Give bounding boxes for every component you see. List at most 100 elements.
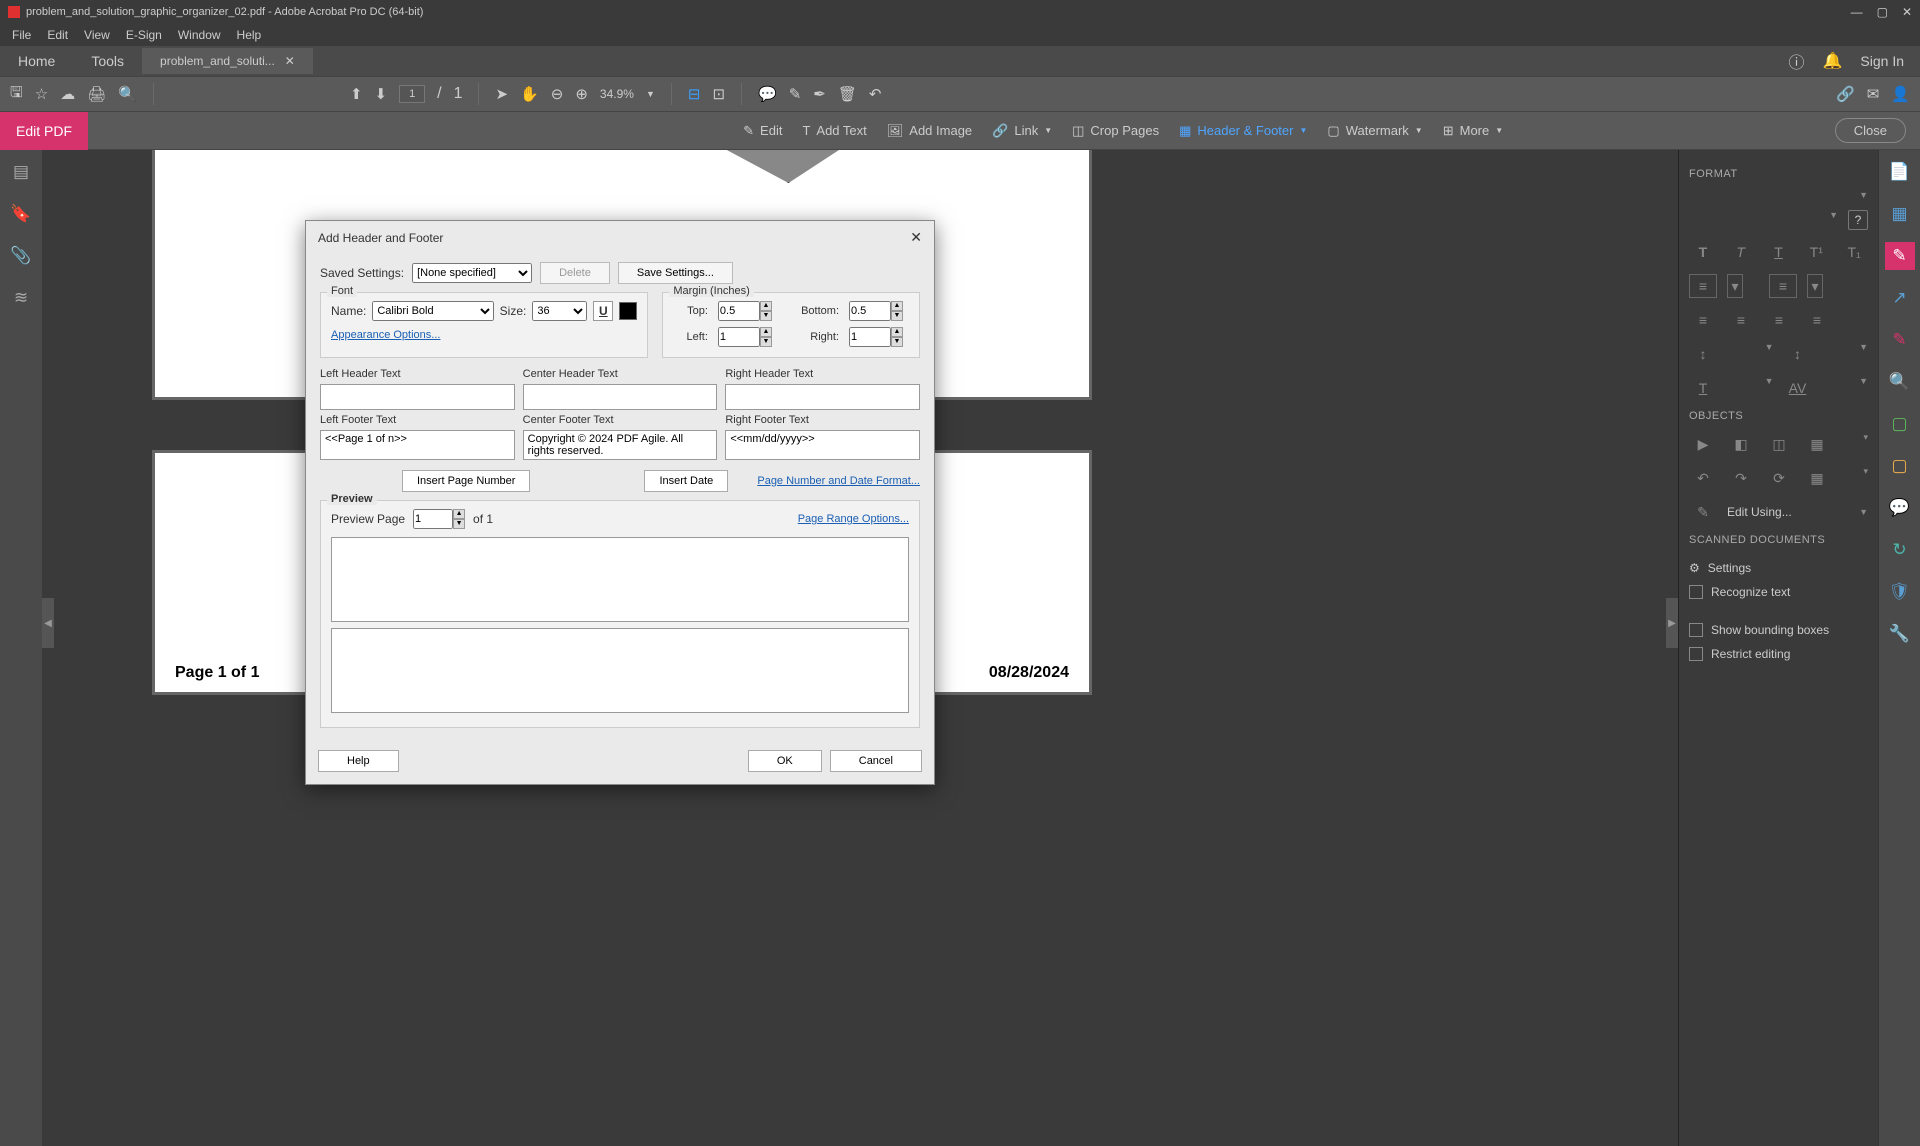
align-obj-icon[interactable]: ▦ [1803,466,1831,490]
number-list-icon[interactable]: ≡ [1769,274,1797,298]
create-pdf-icon[interactable]: 📄 [1885,158,1915,186]
spin-down[interactable]: ▼ [760,311,772,321]
attachment-icon[interactable]: 📎 [10,246,31,266]
char-spacing-dd[interactable]: ▼ [1859,376,1868,400]
paragraph-spacing-dd[interactable]: ▼ [1859,342,1868,366]
zoom-level[interactable]: 34.9% [600,87,634,101]
delete-icon[interactable]: 🗑 [838,85,857,103]
tab-home[interactable]: Home [0,47,73,75]
settings-row[interactable]: ⚙ Settings [1689,556,1868,580]
sign-icon[interactable]: ✒ [813,85,826,103]
text-color-dd[interactable]: ▼ [1765,376,1774,400]
superscript-icon[interactable]: T¹ [1802,240,1830,264]
replace-icon[interactable]: ⟳ [1765,466,1793,490]
undo-icon[interactable]: ↶ [869,85,882,103]
align-center-icon[interactable]: ≡ [1727,308,1755,332]
crop-obj-icon[interactable]: ◫ [1765,432,1793,456]
arrange-icon[interactable]: ▦ [1803,432,1831,456]
margin-left-input[interactable] [718,327,760,347]
tab-document[interactable]: problem_and_soluti... ✕ [142,48,313,74]
edit-tool[interactable]: ✎Edit [735,119,790,143]
notifications-icon[interactable]: 🔔 [1822,51,1842,71]
margin-right-input[interactable] [849,327,891,347]
margin-bottom-input[interactable] [849,301,891,321]
add-text-tool[interactable]: TAdd Text [794,119,874,143]
collapse-right-button[interactable]: ▶ [1666,598,1678,648]
comment-rail-icon[interactable]: 🔍 [1885,368,1915,396]
menu-view[interactable]: View [76,26,118,44]
save-icon[interactable]: 🖫 [10,82,23,107]
delete-button[interactable]: Delete [540,262,610,284]
spin-up[interactable]: ▲ [891,327,903,337]
bold-icon[interactable]: T [1689,240,1717,264]
comment-icon[interactable]: 💬 [758,85,777,103]
menu-edit[interactable]: Edit [39,26,76,44]
saved-settings-select[interactable]: [None specified] [412,263,532,283]
restrict-checkbox[interactable] [1689,647,1703,661]
maximize-button[interactable]: ▢ [1877,5,1888,19]
italic-icon[interactable]: T [1727,240,1755,264]
number-list-dd-icon[interactable]: ▾ [1807,274,1823,298]
recognize-checkbox[interactable] [1689,585,1703,599]
margin-top-input[interactable] [718,301,760,321]
minimize-button[interactable]: — [1851,5,1863,19]
highlight-icon[interactable]: ✎ [789,85,802,103]
page-input[interactable] [399,85,425,103]
right-footer-input[interactable]: <<mm/dd/yyyy>> [725,430,920,460]
edit-using-label[interactable]: Edit Using... [1727,505,1792,519]
fit-page-icon[interactable]: ⊡ [712,85,725,103]
right-header-input[interactable] [725,384,920,410]
menu-file[interactable]: File [4,26,39,44]
spin-down[interactable]: ▼ [453,519,465,529]
appearance-options-link[interactable]: Appearance Options... [331,329,440,341]
help-button[interactable]: Help [318,750,399,772]
layers-icon[interactable]: ≋ [14,288,28,308]
align-justify-icon[interactable]: ≡ [1803,308,1831,332]
link-tool[interactable]: 🔗Link▼ [984,119,1060,143]
align-obj-dd[interactable]: ▾ [1863,466,1868,490]
color-swatch[interactable] [619,302,637,320]
page-number-format-link[interactable]: Page Number and Date Format... [757,475,920,487]
preview-page-input[interactable] [413,509,453,529]
font-size-select[interactable]: 36 [532,301,587,321]
collapse-left-button[interactable]: ◀ [42,598,54,648]
center-footer-input[interactable]: Copyright © 2024 PDF Agile. All rights r… [523,430,718,460]
combine-icon[interactable]: ▦ [1885,200,1915,228]
mail-icon[interactable]: ✉ [1867,85,1880,103]
close-edit-button[interactable]: Close [1835,118,1906,143]
insert-page-number-button[interactable]: Insert Page Number [402,470,530,492]
send-icon[interactable]: ↻ [1885,536,1915,564]
underline-toggle[interactable]: U [593,301,613,321]
spin-down[interactable]: ▼ [891,337,903,347]
cancel-button[interactable]: Cancel [830,750,922,772]
organize-icon[interactable]: ✎ [1885,326,1915,354]
people-icon[interactable]: 👤 [1891,85,1910,103]
font-dropdown-icon[interactable]: ▼ [1859,190,1868,200]
edit-using-dd[interactable]: ▼ [1859,507,1868,517]
menu-help[interactable]: Help [229,26,270,44]
font-name-select[interactable]: Calibri Bold [372,301,493,321]
page-down-icon[interactable]: ⬇ [375,85,388,103]
ok-button[interactable]: OK [748,750,822,772]
dialog-close-icon[interactable]: ✕ [910,229,922,246]
add-image-tool[interactable]: 🖼Add Image [879,119,980,143]
zoom-dropdown-icon[interactable]: ▼ [646,89,655,99]
align-right-icon[interactable]: ≡ [1765,308,1793,332]
tab-tools[interactable]: Tools [73,47,142,75]
menu-esign[interactable]: E-Sign [118,26,170,44]
hand-icon[interactable]: ✋ [520,85,539,103]
export-icon[interactable]: ↗ [1885,284,1915,312]
tab-close-icon[interactable]: ✕ [285,54,295,68]
subscript-icon[interactable]: T₁ [1840,240,1868,264]
line-spacing-icon[interactable]: ↕ [1689,342,1717,366]
text-color-icon[interactable]: T [1689,376,1717,400]
spin-up[interactable]: ▲ [760,327,772,337]
spin-up[interactable]: ▲ [760,301,772,311]
more-tool[interactable]: ⊞More▼ [1435,119,1511,143]
share-link-icon[interactable]: 🔗 [1836,85,1855,103]
fill-sign-icon[interactable]: ▢ [1885,410,1915,438]
center-header-input[interactable] [523,384,718,410]
print-icon[interactable]: 🖨 [87,85,106,103]
menu-window[interactable]: Window [170,26,229,44]
zoom-in-icon[interactable]: ⊕ [575,85,588,103]
